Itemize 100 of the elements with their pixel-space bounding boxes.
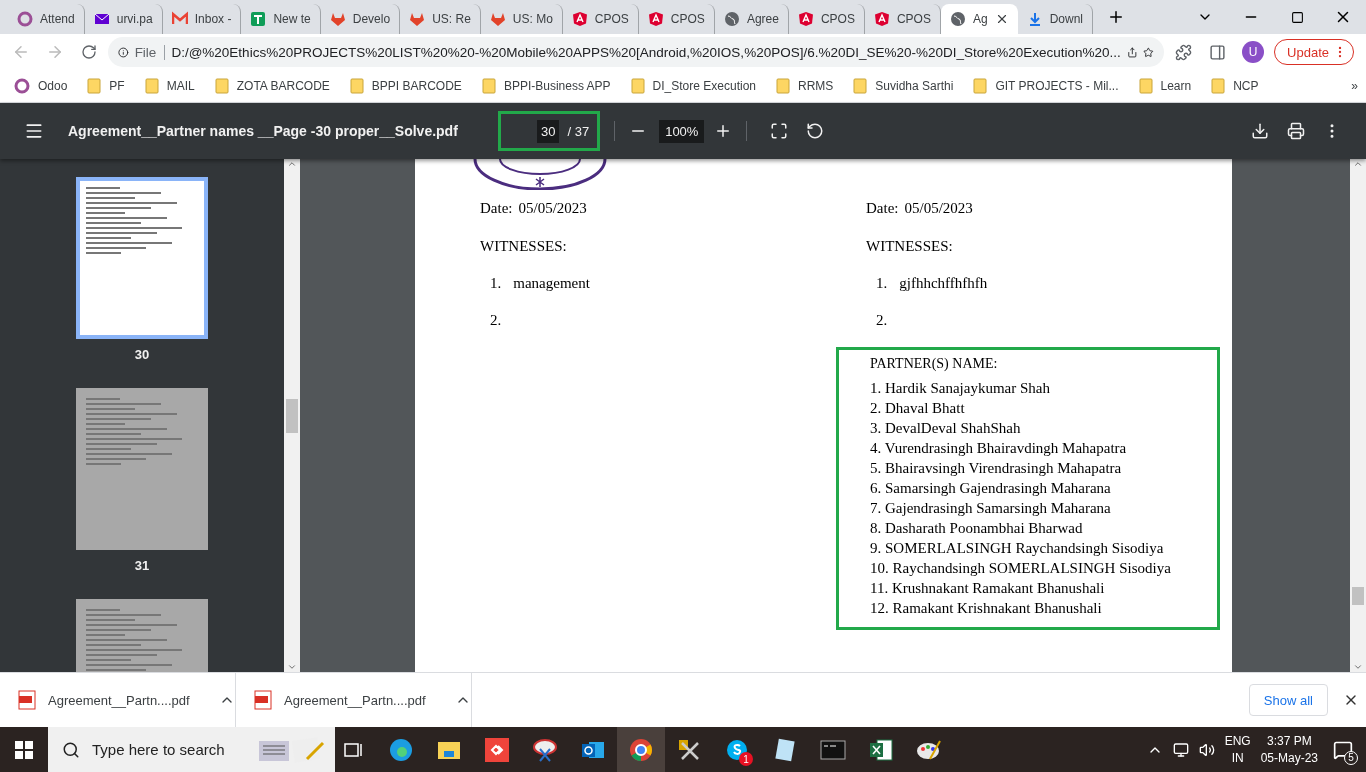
- diamond-arrows-icon: [484, 736, 510, 763]
- envelope-icon: [171, 11, 188, 27]
- download-icon[interactable]: [1251, 122, 1269, 140]
- partner-name: 5. Bhairavsingh Virendrasingh Mahapatra: [870, 460, 1123, 477]
- globe-icon: [949, 11, 966, 27]
- address-bar[interactable]: File D:/@%20Ethics%20PROJECTS%20LIST%20%20-%20Mobile%20APPS%20[Android,%20IOS,%20POS]/6.%20DI_SE%20-%20DI_Store%20Execution%20...: [108, 37, 1165, 67]
- info-icon[interactable]: [118, 44, 129, 60]
- shield-icon: [873, 11, 890, 27]
- browser-tab[interactable]: Ag: [940, 4, 1018, 34]
- new-tab-icon[interactable]: [1107, 8, 1125, 26]
- print-icon[interactable]: [1287, 122, 1305, 140]
- folder-icon: [1211, 78, 1226, 94]
- scroll-up-icon[interactable]: [287, 159, 297, 169]
- scrollbar[interactable]: [284, 159, 300, 672]
- reload-icon[interactable]: [81, 44, 97, 60]
- witnesses-heading: WITNESSES:: [866, 238, 954, 255]
- bookmark[interactable]: DI_Store Execution: [630, 78, 756, 94]
- spreadsheet-icon: [868, 736, 894, 763]
- witness-name: gjfhhchffhfhfh: [899, 275, 988, 292]
- taskbar-app[interactable]: [617, 727, 665, 772]
- taskbar-app[interactable]: 1: [713, 727, 761, 772]
- ring-icon: [14, 78, 30, 94]
- scroll-down-icon[interactable]: [1353, 662, 1363, 672]
- partner-name: 9. SOMERLALSINGH Raychandsingh Sisodiya: [870, 540, 1165, 557]
- bookmark[interactable]: PF: [87, 78, 125, 94]
- pdf-file-icon: [254, 690, 272, 710]
- date-label: Date:: [866, 200, 899, 217]
- partner-name: 12. Ramakant Krishnakant Bhanushali: [870, 600, 1103, 617]
- scroll-thumb[interactable]: [1352, 586, 1364, 605]
- restore-icon[interactable]: [1290, 10, 1304, 24]
- bookmark[interactable]: Learn: [1138, 78, 1192, 94]
- windows-logo-icon[interactable]: [15, 740, 33, 759]
- witnesses-heading: WITNESSES:: [480, 238, 568, 255]
- bookmark[interactable]: ZOTA BARCODE: [214, 78, 330, 94]
- scissors-icon: [532, 736, 558, 763]
- ring-icon: [17, 11, 33, 27]
- show-all-button[interactable]: Show all: [1248, 684, 1328, 716]
- scroll-up-icon[interactable]: [1353, 159, 1363, 169]
- clock[interactable]: 3:37 PM 05-May-23: [1260, 732, 1318, 767]
- globe-icon: [723, 11, 740, 27]
- bookmark[interactable]: MAIL: [144, 78, 195, 94]
- url-text: D:/@%20Ethics%20PROJECTS%20LIST%20%20-%20Mobile%20APPS%20[Android,%20IOS,%20POS]/6.%20DI_SE%20-%20DI_Store%20Execution%20...: [171, 44, 1121, 60]
- fox-icon: [329, 11, 346, 27]
- page-thumbnail[interactable]: [76, 177, 208, 339]
- bookmark[interactable]: BPPI BARCODE: [349, 78, 462, 94]
- fox-icon: [489, 11, 506, 27]
- scrollbar[interactable]: [1350, 159, 1366, 672]
- thumbnail-label: 30: [134, 347, 150, 362]
- fit-page-icon[interactable]: [770, 122, 789, 140]
- partner-name: 10. Raychandsingh SOMERLALSINGH Sisodiya: [870, 560, 1172, 577]
- menu-icon[interactable]: [24, 121, 44, 141]
- notifications-button[interactable]: 5: [1328, 734, 1358, 765]
- volume-icon[interactable]: [1198, 741, 1215, 758]
- browser-icon: [628, 736, 654, 763]
- partners-heading: PARTNER(S) NAME:: [870, 356, 999, 372]
- partner-name: 6. Samarsingh Gajendrasingh Maharana: [870, 480, 1112, 497]
- folder-icon: [1138, 78, 1153, 94]
- partner-name: 3. DevalDeval ShahShah: [870, 420, 1022, 437]
- list-number: 1.: [490, 275, 502, 292]
- folder-icon: [144, 78, 159, 94]
- bookmark[interactable]: BPPI-Business APP: [481, 78, 611, 94]
- document-title: Agreement__Partner names __Page -30 proper__Solve.pdf: [68, 123, 459, 139]
- folder-icon: [973, 78, 988, 94]
- zoom-field[interactable]: 100%: [659, 119, 705, 143]
- page-total: / 37: [567, 123, 590, 139]
- taskbar-search-field[interactable]: Type here to search: [48, 727, 335, 772]
- bookmark[interactable]: Suvidha Sarthi: [853, 78, 954, 94]
- profile-avatar[interactable]: U: [1242, 41, 1265, 63]
- bookmark[interactable]: NCP: [1211, 78, 1259, 94]
- share-icon[interactable]: [1126, 44, 1138, 60]
- folder-icon: [87, 78, 102, 94]
- extensions-icon[interactable]: [1174, 43, 1192, 61]
- shield-icon: [647, 11, 664, 27]
- more-bookmarks[interactable]: »: [1351, 79, 1358, 93]
- scroll-thumb[interactable]: [286, 398, 298, 433]
- shield-icon: [797, 11, 814, 27]
- date-label: Date:: [480, 200, 513, 217]
- network-icon[interactable]: [1172, 741, 1189, 758]
- page-thumbnail[interactable]: [76, 388, 208, 550]
- bookmark[interactable]: GIT PROJECTS - Mil...: [973, 78, 1119, 94]
- list-number: 1.: [876, 275, 888, 292]
- language-indicator[interactable]: ENG IN: [1224, 732, 1251, 767]
- folder-icon: [214, 78, 229, 94]
- date-value: 05/05/2023: [518, 200, 587, 217]
- page-number-field[interactable]: 30: [537, 119, 560, 143]
- update-button[interactable]: Update: [1274, 39, 1354, 65]
- partner-name: 1. Hardik Sanajaykumar Shah: [870, 380, 1051, 397]
- bookmark-star-icon[interactable]: [1143, 44, 1155, 60]
- partner-name: 4. Vurendrasingh Bhairavdingh Mahapatra: [870, 440, 1128, 457]
- witness-name: management: [513, 275, 590, 292]
- folder-icon: [481, 78, 496, 94]
- scroll-down-icon[interactable]: [287, 662, 297, 672]
- list-number: 2.: [876, 312, 888, 329]
- partner-name: 7. Gajendrasingh Samarsingh Maharana: [870, 500, 1112, 517]
- bookmark[interactable]: RRMS: [776, 78, 834, 94]
- bookmark[interactable]: Odoo: [14, 78, 68, 94]
- side-panel-icon[interactable]: [1208, 43, 1226, 61]
- partner-name: 11. Krushnakant Ramakant Bhanushali: [870, 580, 1106, 597]
- rotate-icon[interactable]: [806, 122, 825, 140]
- pdf-file-icon: [18, 690, 36, 710]
